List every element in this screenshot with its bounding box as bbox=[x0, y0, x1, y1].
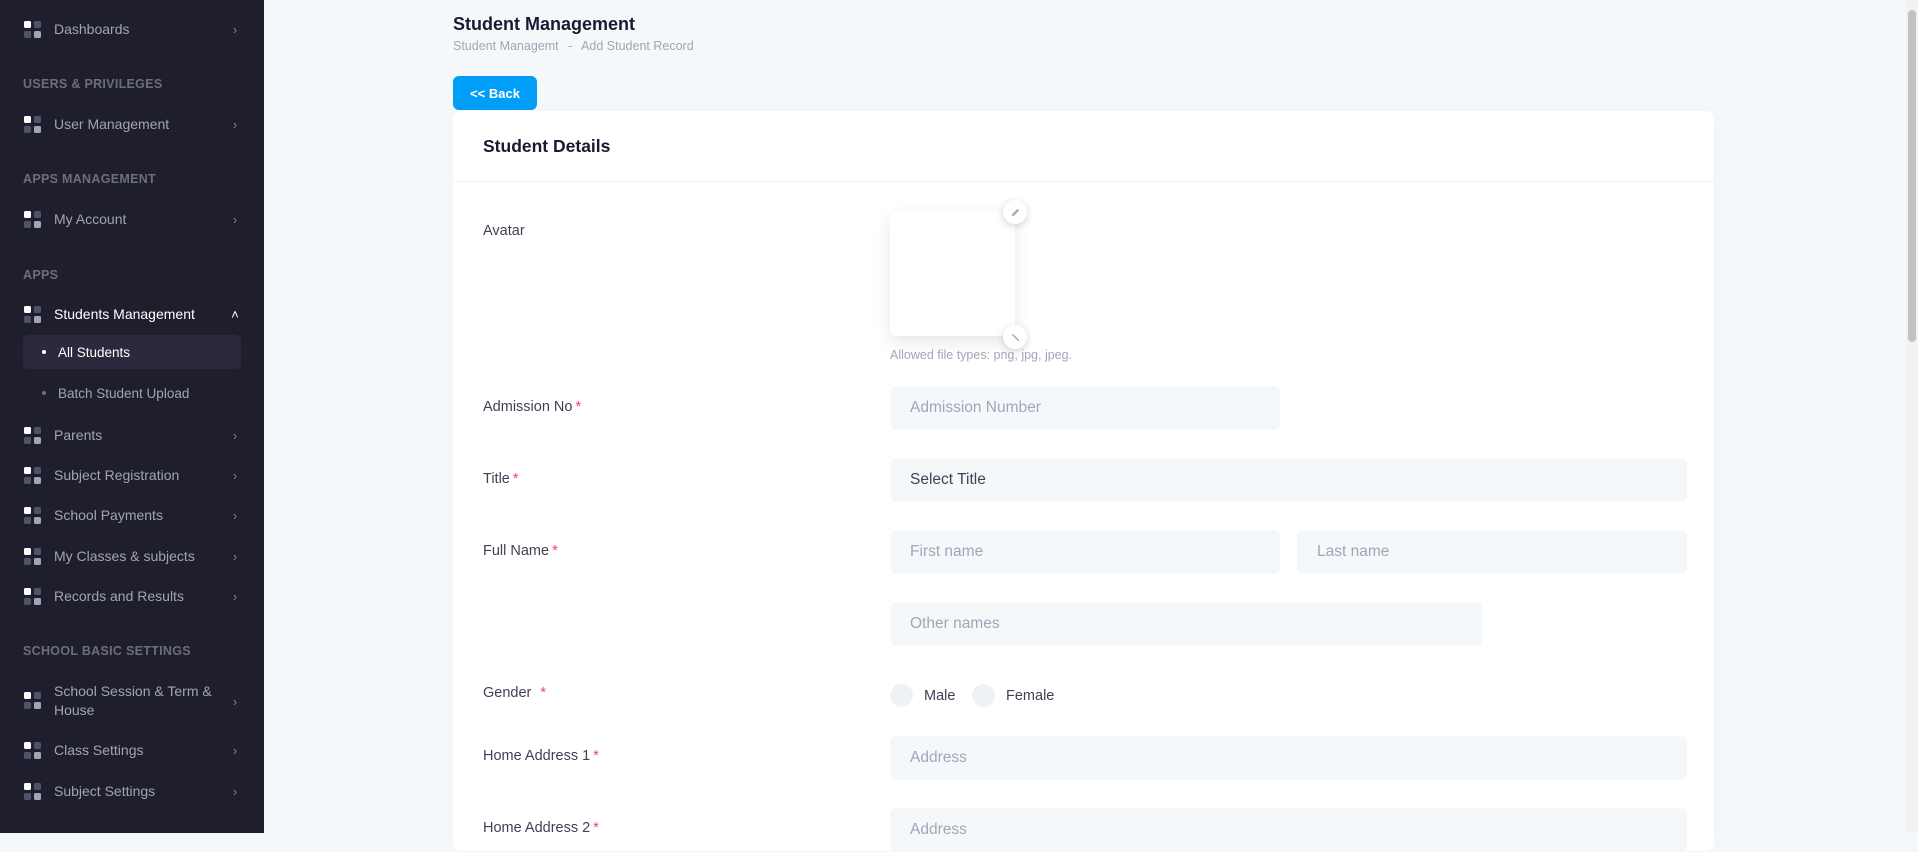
first-name-input[interactable] bbox=[890, 530, 1280, 574]
sidebar-subitem-label: Batch Student Upload bbox=[58, 385, 190, 401]
chevron-right-icon: › bbox=[232, 743, 238, 758]
sidebar-item-parents[interactable]: Parents › bbox=[24, 426, 242, 445]
sidebar-item-dashboards[interactable]: Dashboards › bbox=[24, 20, 242, 39]
admission-number-input[interactable] bbox=[890, 386, 1280, 430]
sidebar-subitem-all-students[interactable]: All Students bbox=[23, 335, 241, 369]
grid-icon bbox=[24, 305, 42, 324]
grid-icon bbox=[24, 115, 42, 134]
back-button[interactable]: << Back bbox=[453, 76, 537, 110]
sidebar-item-label: School Payments bbox=[54, 507, 163, 523]
radio-circle[interactable] bbox=[972, 684, 995, 707]
sidebar-item-label: Class Settings bbox=[54, 742, 144, 758]
sidebar-item-class-settings[interactable]: Class Settings › bbox=[24, 741, 242, 760]
avatar-preview bbox=[890, 211, 1015, 336]
sidebar-item-label: Students Management bbox=[54, 306, 195, 322]
sidebar-item-subject-registration[interactable]: Subject Registration › bbox=[24, 466, 242, 485]
gender-label: Gender * bbox=[483, 685, 547, 701]
page-title: Student Management bbox=[453, 14, 636, 34]
chevron-right-icon: › bbox=[232, 549, 238, 564]
sidebar-section-users: USERS & PRIVILEGES bbox=[23, 77, 163, 91]
remove-icon bbox=[1011, 333, 1019, 341]
page-scrollbar[interactable] bbox=[1906, 0, 1918, 833]
gender-female-label: Female bbox=[1006, 687, 1055, 704]
grid-icon bbox=[24, 20, 42, 39]
grid-icon bbox=[24, 692, 42, 710]
sidebar-item-subject-settings[interactable]: Subject Settings › bbox=[24, 782, 242, 801]
chevron-right-icon: › bbox=[232, 468, 238, 483]
grid-icon bbox=[24, 466, 42, 485]
sidebar-item-school-payments[interactable]: School Payments › bbox=[24, 506, 242, 525]
title-select-value: Select Title bbox=[910, 471, 986, 488]
student-details-card: Student Details Avatar Allowed file type… bbox=[453, 111, 1714, 852]
remove-avatar-button[interactable] bbox=[1003, 325, 1027, 349]
sidebar-item-label: Subject Settings bbox=[54, 783, 156, 799]
home-address-1-label: Home Address 1 * bbox=[483, 748, 599, 764]
card-title: Student Details bbox=[453, 111, 1714, 182]
chevron-right-icon: › bbox=[232, 784, 238, 799]
grid-icon bbox=[24, 587, 42, 606]
grid-icon bbox=[24, 210, 42, 229]
sidebar-section-school-basic-settings: SCHOOL BASIC SETTINGS bbox=[23, 644, 191, 658]
sidebar-item-label: My Classes & subjects bbox=[54, 548, 195, 564]
grid-icon bbox=[24, 426, 42, 445]
sidebar-item-students-management[interactable]: Students Management ˄ bbox=[24, 305, 242, 324]
last-name-input[interactable] bbox=[1297, 530, 1687, 574]
title-label: Title * bbox=[483, 471, 519, 487]
chevron-right-icon: › bbox=[232, 508, 238, 523]
sidebar-item-records-results[interactable]: Records and Results › bbox=[24, 587, 242, 606]
sidebar-item-label: User Management bbox=[54, 116, 170, 132]
chevron-up-icon: ˄ bbox=[231, 307, 239, 322]
breadcrumb: Student Managemt - Add Student Record bbox=[453, 39, 694, 53]
sidebar-item-label: Dashboards bbox=[54, 21, 130, 37]
title-select[interactable]: Select Title bbox=[890, 458, 1687, 502]
home-address-2-input[interactable] bbox=[890, 808, 1687, 852]
change-avatar-button[interactable] bbox=[1003, 200, 1027, 224]
sidebar-item-label: School Session & Term & House bbox=[54, 683, 212, 718]
sidebar-section-apps: APPS bbox=[23, 268, 59, 282]
chevron-right-icon: › bbox=[232, 589, 238, 604]
chevron-right-icon: › bbox=[232, 117, 238, 132]
grid-icon bbox=[24, 782, 42, 801]
full-name-label: Full Name * bbox=[483, 543, 558, 559]
avatar-hint: Allowed file types: png, jpg, jpeg. bbox=[890, 348, 1073, 362]
pencil-icon bbox=[1011, 208, 1019, 216]
bullet-icon bbox=[42, 350, 46, 354]
sidebar-item-my-account[interactable]: My Account › bbox=[24, 210, 242, 229]
sidebar-item-my-classes-subjects[interactable]: My Classes & subjects › bbox=[24, 547, 242, 566]
sidebar-section-apps-management: APPS MANAGEMENT bbox=[23, 172, 156, 186]
grid-icon bbox=[24, 741, 42, 760]
sidebar: Dashboards › USERS & PRIVILEGES User Man… bbox=[0, 0, 264, 833]
sidebar-item-label: Records and Results bbox=[54, 588, 184, 604]
main-content: Student Management Student Managemt - Ad… bbox=[264, 0, 1906, 852]
breadcrumb-item-current: Add Student Record bbox=[581, 39, 694, 53]
avatar-label: Avatar bbox=[483, 223, 525, 239]
chevron-right-icon: › bbox=[232, 693, 238, 709]
gender-male-radio[interactable]: Male bbox=[890, 684, 955, 707]
sidebar-item-user-management[interactable]: User Management › bbox=[24, 115, 242, 134]
sidebar-item-label: Parents bbox=[54, 427, 103, 443]
breadcrumb-separator: - bbox=[568, 39, 573, 53]
scrollbar-thumb[interactable] bbox=[1908, 10, 1916, 342]
sidebar-item-label: My Account bbox=[54, 211, 127, 227]
grid-icon bbox=[24, 547, 42, 566]
gender-female-radio[interactable]: Female bbox=[972, 684, 1054, 707]
home-address-1-input[interactable] bbox=[890, 736, 1687, 780]
bullet-icon bbox=[42, 391, 46, 395]
breadcrumb-item[interactable]: Student Managemt bbox=[453, 39, 559, 53]
radio-circle[interactable] bbox=[890, 684, 913, 707]
admission-no-label: Admission No * bbox=[483, 399, 582, 415]
sidebar-subitem-batch-student-upload[interactable]: Batch Student Upload bbox=[23, 376, 241, 410]
sidebar-item-school-session[interactable]: School Session & Term & House › bbox=[24, 682, 242, 720]
home-address-2-label: Home Address 2 * bbox=[483, 820, 599, 836]
gender-male-label: Male bbox=[924, 687, 956, 704]
chevron-right-icon: › bbox=[232, 212, 238, 227]
sidebar-item-label: Subject Registration bbox=[54, 467, 180, 483]
chevron-right-icon: › bbox=[232, 22, 238, 37]
sidebar-subitem-label: All Students bbox=[58, 344, 131, 360]
other-names-input[interactable] bbox=[890, 602, 1482, 646]
chevron-right-icon: › bbox=[232, 428, 238, 443]
grid-icon bbox=[24, 506, 42, 525]
